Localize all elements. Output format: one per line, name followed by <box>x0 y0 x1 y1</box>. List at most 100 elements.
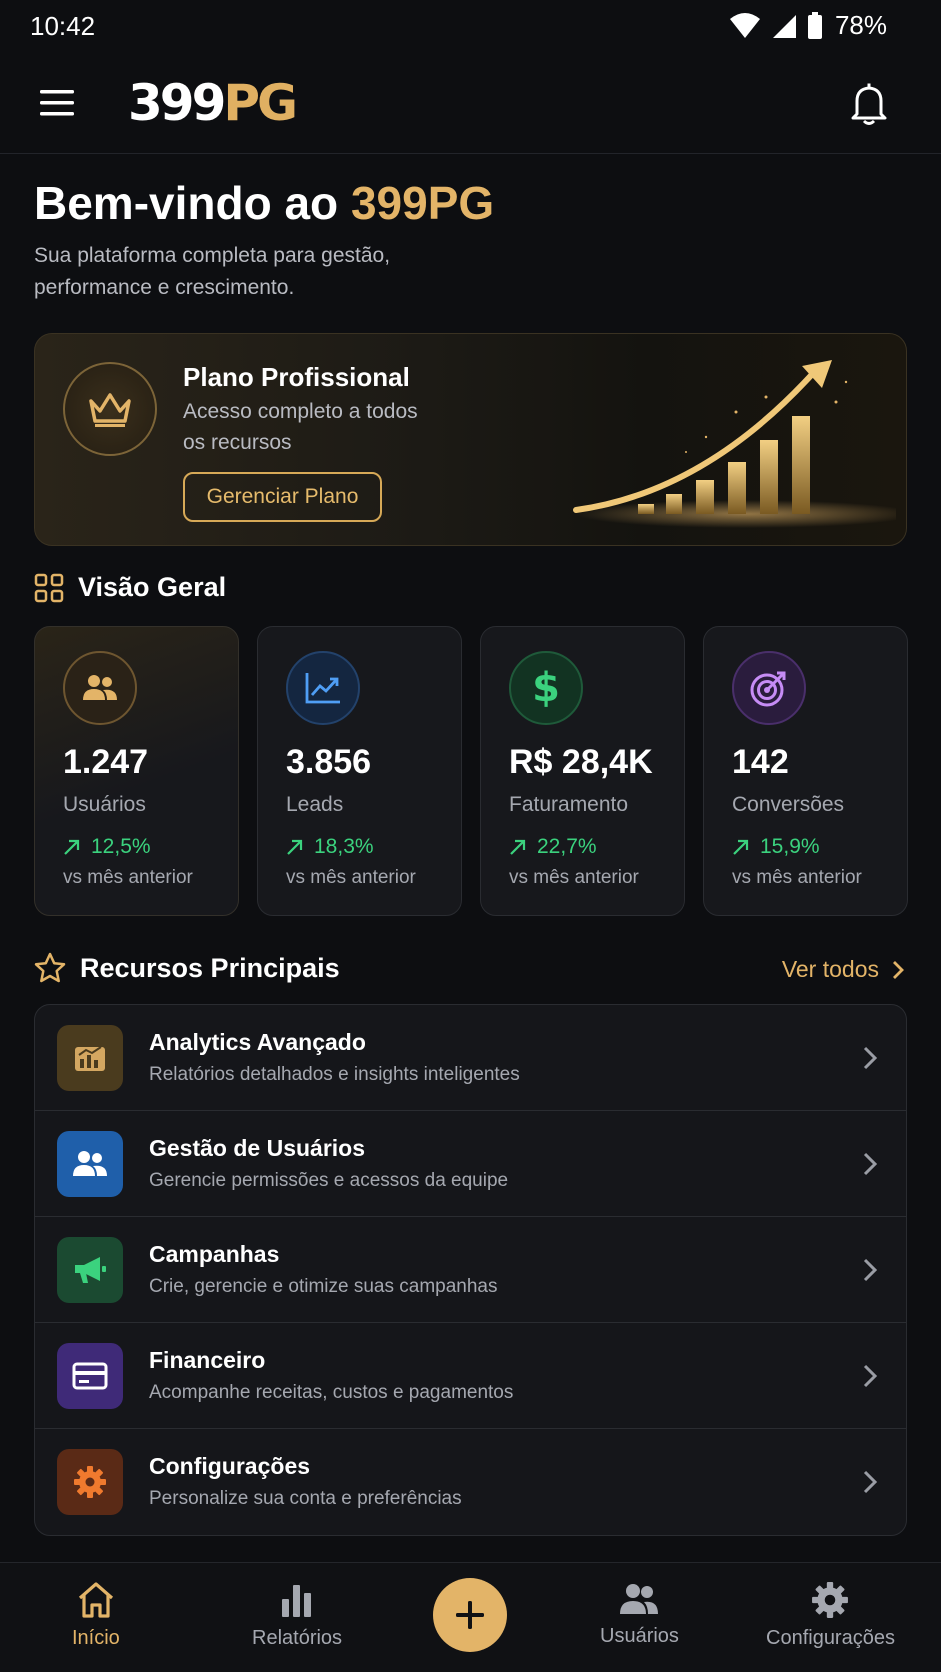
plan-description: Acesso completo a todos os recursos <box>183 400 418 454</box>
bottom-navigation: Início Relatórios Usuários Configurações <box>0 1562 941 1672</box>
stat-change: 15,9% <box>732 835 820 859</box>
menu-icon[interactable] <box>40 88 76 118</box>
gear-icon <box>57 1449 123 1515</box>
stat-value: 3.856 <box>286 743 372 781</box>
stat-change: 18,3% <box>286 835 374 859</box>
stat-change: 22,7% <box>509 835 597 859</box>
resource-item-finance[interactable]: Financeiro Acompanhe receitas, custos e … <box>35 1323 906 1429</box>
welcome-title-brand: 399PG <box>351 177 494 229</box>
arrow-up-right-icon <box>64 839 80 855</box>
chevron-right-icon <box>863 1046 878 1070</box>
resource-item-settings[interactable]: Configurações Personalize sua conta e pr… <box>35 1429 906 1535</box>
resource-title: Financeiro <box>149 1347 266 1373</box>
app-logo: 399PG <box>128 74 298 132</box>
welcome-subtitle: Sua plataforma completa para gestão, per… <box>34 244 391 299</box>
plan-card: Plano Profissional Acesso completo a tod… <box>34 333 907 546</box>
nav-item-settings[interactable]: Configurações <box>766 1581 895 1650</box>
megaphone-icon <box>57 1237 123 1303</box>
stat-card-users[interactable]: 1.247 Usuários 12,5% vs mês anterior <box>34 626 239 916</box>
resource-title: Campanhas <box>149 1241 280 1267</box>
notification-bell-icon[interactable] <box>849 82 889 126</box>
nav-label: Início <box>72 1627 120 1649</box>
chevron-right-icon <box>863 1152 878 1176</box>
resource-item-user-management[interactable]: Gestão de Usuários Gerencie permissões e… <box>35 1111 906 1217</box>
resource-description: Personalize sua conta e preferências <box>149 1488 462 1509</box>
plus-icon <box>456 1601 484 1629</box>
stat-card-revenue[interactable]: $ R$ 28,4K Faturamento 22,7% vs mês ante… <box>480 626 685 916</box>
dollar-icon: $ <box>509 651 583 725</box>
chevron-right-icon <box>863 1364 878 1388</box>
status-icons: 78% <box>729 10 887 41</box>
wifi-icon <box>729 12 760 38</box>
gear-icon <box>812 1582 849 1618</box>
stat-period: vs mês anterior <box>63 867 193 888</box>
manage-plan-button[interactable]: Gerenciar Plano <box>183 472 382 522</box>
nav-label: Configurações <box>766 1627 895 1649</box>
add-button[interactable] <box>433 1578 507 1652</box>
stat-label: Usuários <box>63 793 146 816</box>
welcome-brand-letters: PG <box>427 177 495 229</box>
status-time: 10:42 <box>30 11 96 41</box>
chevron-right-icon <box>863 1470 878 1494</box>
arrow-up-right-icon <box>287 839 303 855</box>
app-bar: 399PG <box>0 52 941 154</box>
users-icon <box>57 1131 123 1197</box>
resource-item-campaigns[interactable]: Campanhas Crie, gerencie e otimize suas … <box>35 1217 906 1323</box>
resource-item-analytics[interactable]: Analytics Avançado Relatórios detalhados… <box>35 1005 906 1111</box>
stat-period: vs mês anterior <box>732 867 862 888</box>
overview-section-header: Visão Geral <box>34 572 226 603</box>
stat-label: Conversões <box>732 793 845 816</box>
overview-title: Visão Geral <box>78 572 227 602</box>
battery-percentage: 78% <box>834 10 887 40</box>
crown-icon <box>89 393 131 427</box>
analytics-icon <box>57 1025 123 1091</box>
chevron-right-icon <box>893 960 904 979</box>
resource-title: Gestão de Usuários <box>149 1135 366 1161</box>
users-icon <box>63 651 137 725</box>
stat-period: vs mês anterior <box>509 867 639 888</box>
target-icon <box>732 651 806 725</box>
crown-badge <box>63 362 157 456</box>
resources-section-header: Recursos Principais <box>34 952 340 984</box>
resource-description: Relatórios detalhados e insights intelig… <box>149 1064 520 1085</box>
nav-item-users[interactable]: Usuários <box>600 1581 679 1648</box>
stat-change-value: 15,9% <box>760 835 820 858</box>
stat-card-conversions[interactable]: 142 Conversões 15,9% vs mês anterior <box>703 626 908 916</box>
battery-icon <box>807 11 822 39</box>
resource-title: Configurações <box>149 1453 311 1479</box>
signal-icon <box>772 14 796 38</box>
growth-chart-illustration <box>573 360 896 528</box>
welcome-title-prefix: Bem-vindo ao <box>34 177 351 229</box>
stat-label: Faturamento <box>509 793 629 816</box>
welcome-title: Bem-vindo ao 399PG <box>34 176 494 230</box>
logo-letters: PG <box>223 74 298 132</box>
view-all-link[interactable]: Ver todos <box>782 956 905 983</box>
arrow-up-right-icon <box>510 839 526 855</box>
credit-card-icon <box>57 1343 123 1409</box>
home-icon <box>78 1582 113 1618</box>
nav-item-home[interactable]: Início <box>72 1581 120 1650</box>
stat-value: 142 <box>732 743 789 781</box>
stat-period: vs mês anterior <box>286 867 416 888</box>
nav-item-reports[interactable]: Relatórios <box>252 1581 342 1650</box>
plan-title: Plano Profissional <box>183 362 410 392</box>
resources-list: Analytics Avançado Relatórios detalhados… <box>34 1004 907 1536</box>
resource-description: Gerencie permissões e acessos da equipe <box>149 1170 509 1191</box>
view-all-label: Ver todos <box>781 956 879 982</box>
stat-change-value: 18,3% <box>314 835 374 858</box>
star-icon <box>34 952 66 983</box>
welcome-brand-number: 399 <box>350 177 428 229</box>
resource-title: Analytics Avançado <box>149 1029 366 1055</box>
stat-value: 1.247 <box>63 743 149 781</box>
arrow-up-right-icon <box>733 839 749 855</box>
stat-label: Leads <box>286 793 344 816</box>
nav-label: Usuários <box>600 1625 679 1647</box>
chevron-right-icon <box>863 1258 878 1282</box>
stat-card-leads[interactable]: 3.856 Leads 18,3% vs mês anterior <box>257 626 462 916</box>
nav-label: Relatórios <box>252 1627 343 1649</box>
status-bar: 10:42 78% <box>0 0 941 52</box>
resource-description: Crie, gerencie e otimize suas campanhas <box>149 1276 498 1297</box>
logo-number: 399 <box>128 74 226 132</box>
stat-value: R$ 28,4K <box>509 743 653 781</box>
stat-change: 12,5% <box>63 835 151 859</box>
